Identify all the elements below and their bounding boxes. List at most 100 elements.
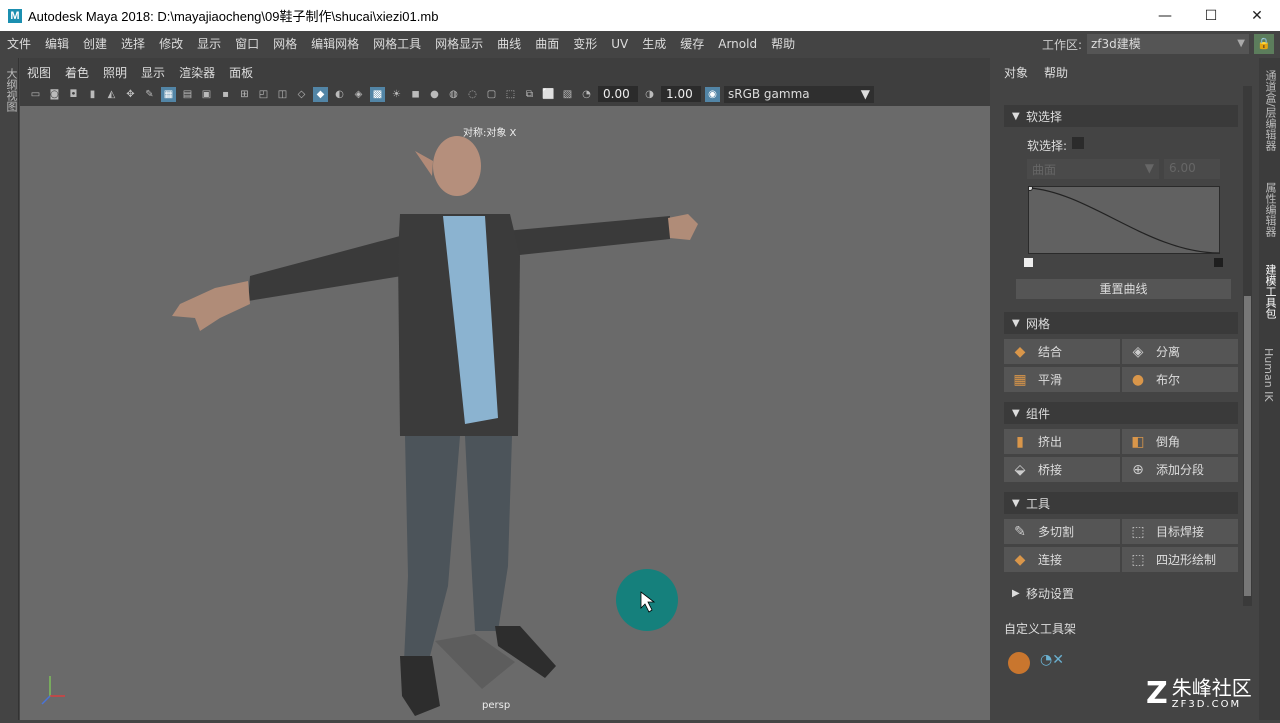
menu-edit[interactable]: 编辑	[38, 35, 76, 52]
curve-key-end-icon[interactable]	[1214, 258, 1223, 267]
wireframe-on-shaded-icon[interactable]: ◈	[351, 87, 366, 102]
quad-draw-button[interactable]: ⬚ 四边形绘制	[1122, 547, 1238, 572]
gamma-icon[interactable]: ◑	[642, 87, 657, 102]
exposure-value[interactable]: 0.00	[598, 86, 638, 102]
move-settings-header[interactable]: ▶ 移动设置	[1004, 582, 1238, 604]
resolution-gate-icon[interactable]: ▣	[199, 87, 214, 102]
menu-select[interactable]: 选择	[114, 35, 152, 52]
camera-icon[interactable]: ◙	[47, 87, 62, 102]
minimize-button[interactable]: —	[1142, 0, 1188, 31]
falloff-radius-field[interactable]: 6.00	[1164, 159, 1220, 179]
add-divisions-button[interactable]: ⊕ 添加分段	[1122, 457, 1238, 482]
tab-attribute-editor[interactable]: 属性编辑器	[1262, 182, 1278, 237]
vp-menu-view[interactable]: 视图	[20, 64, 58, 81]
reset-curve-button[interactable]: 重置曲线	[1016, 279, 1231, 299]
lights-icon[interactable]: ☀	[389, 87, 404, 102]
menu-generate[interactable]: 生成	[635, 35, 673, 52]
wireframe-icon[interactable]: ◇	[294, 87, 309, 102]
select-camera-icon[interactable]: ▭	[28, 87, 43, 102]
vp-menu-shading[interactable]: 着色	[58, 64, 96, 81]
grease-pencil-icon[interactable]: ✎	[142, 87, 157, 102]
xray-active-icon[interactable]: ▧	[560, 87, 575, 102]
menu-uv[interactable]: UV	[604, 37, 635, 51]
tools-section-header[interactable]: ▼ 工具	[1004, 492, 1238, 514]
tab-human-ik[interactable]: Human IK	[1262, 348, 1275, 402]
bevel-button[interactable]: ◧ 倒角	[1122, 429, 1238, 454]
menu-mesh[interactable]: 网格	[266, 35, 304, 52]
vp-menu-lighting[interactable]: 照明	[96, 64, 134, 81]
menu-arnold[interactable]: Arnold	[711, 37, 764, 51]
color-space-select[interactable]: sRGB gamma ▼	[724, 85, 874, 103]
menu-curves[interactable]: 曲线	[490, 35, 528, 52]
maximize-button[interactable]: ☐	[1188, 0, 1234, 31]
target-weld-button[interactable]: ⬚ 目标焊接	[1122, 519, 1238, 544]
menu-cache[interactable]: 缓存	[673, 35, 711, 52]
falloff-mode-select[interactable]: 曲面 ▼	[1027, 159, 1159, 179]
menu-mesh-display[interactable]: 网格显示	[428, 35, 490, 52]
shadows-icon[interactable]: ◼	[408, 87, 423, 102]
menu-surfaces[interactable]: 曲面	[528, 35, 566, 52]
menu-mesh-tools[interactable]: 网格工具	[366, 35, 428, 52]
connect-button[interactable]: ◆ 连接	[1004, 547, 1120, 572]
safe-action-icon[interactable]: ◰	[256, 87, 271, 102]
menu-modify[interactable]: 修改	[152, 35, 190, 52]
color-management-icon[interactable]: ◉	[705, 86, 720, 102]
curve-key-start-icon[interactable]	[1024, 258, 1033, 267]
grid-icon[interactable]: ▦	[161, 86, 176, 102]
soft-select-header[interactable]: ▼ 软选择	[1004, 105, 1238, 127]
multi-cut-button[interactable]: ✎ 多切割	[1004, 519, 1120, 544]
motion-blur-icon[interactable]: ◍	[446, 87, 461, 102]
xray-joints-icon[interactable]: ⬜	[541, 87, 556, 102]
film-gate-icon[interactable]: ▤	[180, 87, 195, 102]
vp-menu-show[interactable]: 显示	[134, 64, 172, 81]
tab-channel-box[interactable]: 通道盒/层编辑器	[1262, 70, 1278, 151]
vp-menu-panels[interactable]: 面板	[222, 64, 260, 81]
ambient-occlusion-icon[interactable]: ●	[427, 87, 442, 102]
menu-edit-mesh[interactable]: 编辑网格	[304, 35, 366, 52]
soft-select-checkbox[interactable]	[1072, 137, 1084, 149]
camera-lock-icon[interactable]: ◘	[66, 87, 81, 102]
shelf-boolean-icon[interactable]	[1008, 652, 1030, 674]
separate-button[interactable]: ◈ 分离	[1122, 339, 1238, 364]
viewport-3d[interactable]: 对称:对象 X persp	[20, 106, 990, 720]
pan-zoom-icon[interactable]: ✥	[123, 87, 138, 102]
depth-of-field-icon[interactable]: ▢	[484, 87, 499, 102]
anti-aliasing-icon[interactable]: ◌	[465, 87, 480, 102]
bridge-button[interactable]: ⬙ 桥接	[1004, 457, 1120, 482]
mesh-section-header[interactable]: ▼ 网格	[1004, 312, 1238, 334]
xray-icon[interactable]: ⧉	[522, 87, 537, 102]
default-material-icon[interactable]: ◐	[332, 87, 347, 102]
smooth-shade-icon[interactable]: ◆	[313, 86, 328, 102]
panel-menu-help[interactable]: 帮助	[1044, 64, 1068, 81]
image-plane-icon[interactable]: ◭	[104, 87, 119, 102]
close-button[interactable]: ✕	[1234, 0, 1280, 31]
bookmark-icon[interactable]: ▮	[85, 87, 100, 102]
isolate-select-icon[interactable]: ⬚	[503, 87, 518, 102]
workspace-select[interactable]: zf3d建模 ▼	[1087, 34, 1249, 54]
gate-mask-icon[interactable]: ▪	[218, 87, 233, 102]
lock-icon[interactable]: 🔒	[1254, 34, 1274, 54]
menu-window[interactable]: 窗口	[228, 35, 266, 52]
menu-deform[interactable]: 变形	[566, 35, 604, 52]
boolean-button[interactable]: ● 布尔	[1122, 367, 1238, 392]
tab-modeling-toolkit[interactable]: 建模工具包	[1262, 264, 1278, 319]
gamma-value[interactable]: 1.00	[661, 86, 701, 102]
panel-scrollbar[interactable]	[1243, 86, 1252, 606]
safe-title-icon[interactable]: ◫	[275, 87, 290, 102]
components-section-header[interactable]: ▼ 组件	[1004, 402, 1238, 424]
exposure-icon[interactable]: ◔	[579, 87, 594, 102]
textured-icon[interactable]: ▩	[370, 86, 385, 102]
extrude-button[interactable]: ▮ 挤出	[1004, 429, 1120, 454]
falloff-curve-graph[interactable]	[1027, 185, 1220, 254]
combine-button[interactable]: ◆ 结合	[1004, 339, 1120, 364]
vp-menu-renderer[interactable]: 渲染器	[172, 64, 222, 81]
menu-create[interactable]: 创建	[76, 35, 114, 52]
field-chart-icon[interactable]: ⊞	[237, 87, 252, 102]
outliner-tab[interactable]: 大纲视图	[3, 68, 19, 112]
scrollbar-thumb[interactable]	[1244, 296, 1251, 596]
panel-menu-object[interactable]: 对象	[1004, 64, 1028, 81]
menu-file[interactable]: 文件	[0, 35, 38, 52]
menu-help[interactable]: 帮助	[764, 35, 802, 52]
shelf-time-icon[interactable]: ◔✕	[1040, 652, 1064, 674]
menu-display[interactable]: 显示	[190, 35, 228, 52]
